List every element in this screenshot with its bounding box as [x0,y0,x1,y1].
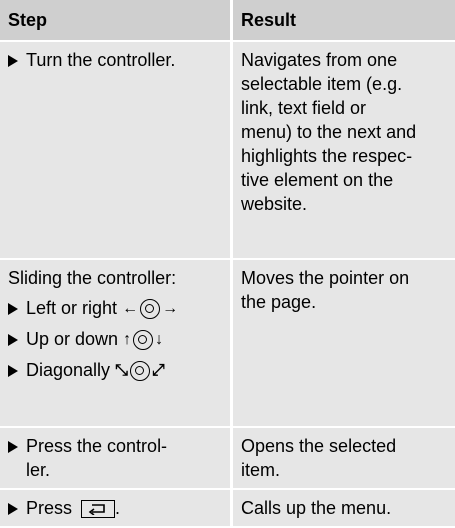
triangle-bullet-icon [8,303,18,315]
step-line: Left or right ← → [8,296,230,321]
step-text: Up or down [26,329,119,349]
step-line: Turn the controller. [8,48,230,72]
step-suffix: . [115,498,121,518]
step-text: Press [26,498,73,518]
result-cell: Moves the pointer on the page. [233,260,455,426]
result-line: highlights the respec- [241,146,413,166]
result-line: item. [241,460,281,480]
step-cell: Press the control- ler. [0,428,233,488]
arrow-left-icon: ← [122,300,139,317]
result-line: Navigates from one [241,50,398,70]
result-line: Opens the selected [241,436,397,456]
step-cell: Sliding the controller: Left or right ← →… [0,260,233,426]
step-text: Left or right [26,298,118,318]
arrow-diagonal-left-icon: ⤡ [115,362,128,379]
result-line: the page. [241,292,317,312]
instruction-table: Step Result Turn the controller. Navigat… [0,0,455,528]
header-result: Result [233,0,455,40]
step-line: Diagonally ⤡ ⤢ [8,358,230,383]
result-line: selectable item (e.g. [241,74,403,94]
step-cell: Turn the controller. [0,42,233,258]
arrow-diagonal-right-icon: ⤢ [151,362,165,379]
step-line: Up or down ↑ ↓ [8,327,230,352]
result-line: tive element on the [241,170,394,190]
controller-icon [133,330,154,350]
triangle-bullet-icon [8,334,18,346]
step-text: Press the control- [26,436,168,456]
back-button-icon [81,500,116,518]
step-text: Diagonally [26,360,111,380]
result-line: menu) to the next and [241,122,417,142]
controller-icon [129,361,150,381]
result-line: Calls up the menu. [241,498,392,518]
triangle-bullet-icon [8,441,18,453]
arrow-up-icon: ↑ [123,331,132,348]
step-intro: Sliding the controller: [8,268,177,288]
table-row: Sliding the controller: Left or right ← →… [0,260,455,428]
controller-icon [140,299,161,319]
table-header-row: Step Result [0,0,455,42]
result-line: link, text field or [241,98,367,118]
result-cell: Calls up the menu. [233,490,455,526]
result-line: Moves the pointer on [241,268,410,288]
step-line: ler. [26,460,51,480]
header-step: Step [0,0,233,40]
result-cell: Navigates from one selectable item (e.g.… [233,42,455,258]
arrow-right-icon: → [162,300,179,317]
result-line: website. [241,194,308,214]
table-row: Press . Calls up the menu. [0,490,455,528]
triangle-bullet-icon [8,55,18,67]
triangle-bullet-icon [8,365,18,377]
table-row: Turn the controller. Navigates from one … [0,42,455,260]
arrow-down-icon: ↓ [155,331,164,348]
triangle-bullet-icon [8,503,18,515]
result-cell: Opens the selected item. [233,428,455,488]
table-row: Press the control- ler. Opens the select… [0,428,455,490]
step-line: Press the control- [8,434,230,458]
step-line: Press . [8,496,230,520]
step-cell: Press . [0,490,233,526]
step-text: Turn the controller. [26,50,176,70]
